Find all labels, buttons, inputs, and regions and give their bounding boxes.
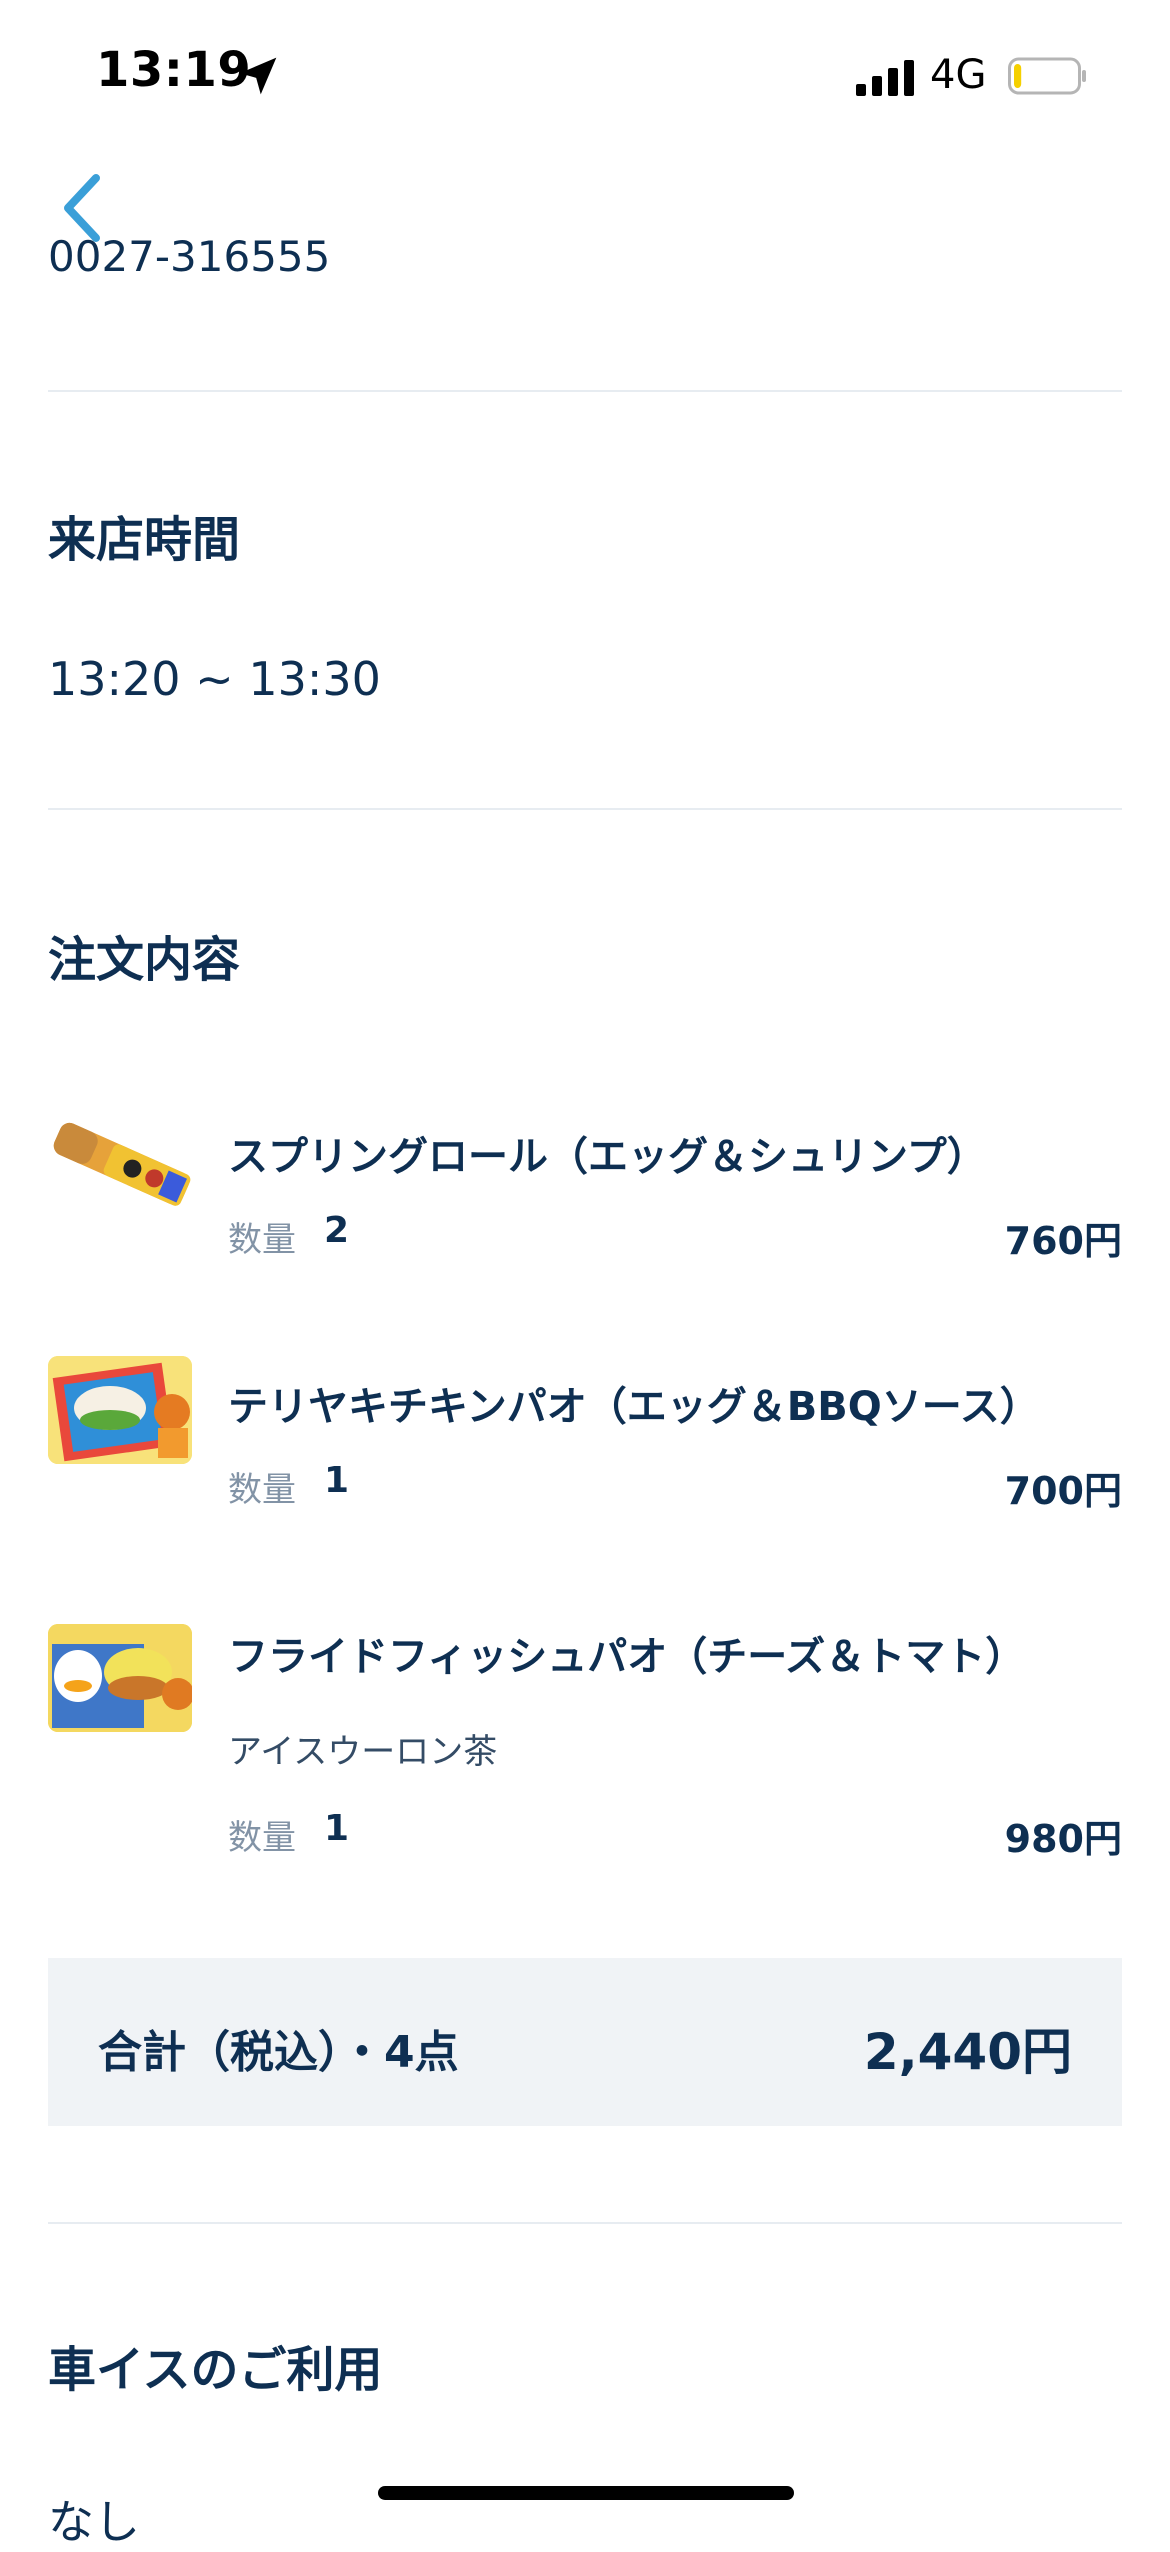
spring-roll-image	[48, 1108, 192, 1216]
network-label: 4G	[930, 52, 987, 98]
divider	[48, 808, 1122, 810]
order-title: 注文内容	[48, 932, 241, 988]
signal-icon	[856, 60, 914, 96]
location-arrow-icon	[239, 57, 277, 95]
fish-pao-image	[48, 1624, 192, 1732]
total-value: 2,440円	[863, 2023, 1072, 2081]
quantity-value: 1	[324, 1808, 350, 1849]
wheelchair-title: 車イスのご利用	[48, 2342, 383, 2398]
visit-time-title: 来店時間	[48, 512, 241, 568]
item-name: スプリングロール（エッグ＆シュリンプ）	[228, 1134, 987, 1180]
quantity-label: 数量	[228, 1470, 296, 1510]
item-option: アイスウーロン茶	[228, 1732, 498, 1772]
item-price: 700円	[1004, 1469, 1122, 1513]
status-time: 13:19	[96, 42, 252, 98]
teriyaki-pao-image	[48, 1356, 192, 1464]
total-label: 合計（税込）・4点	[98, 2027, 459, 2078]
divider	[48, 390, 1122, 392]
battery-icon	[1008, 57, 1086, 95]
quantity-label: 数量	[228, 1220, 296, 1260]
quantity-label: 数量	[228, 1818, 296, 1858]
item-price: 760円	[1004, 1219, 1122, 1263]
item-name: フライドフィッシュパオ（チーズ＆トマト）	[228, 1634, 1026, 1680]
wheelchair-value: なし	[48, 2495, 140, 2549]
divider	[48, 2222, 1122, 2224]
item-price: 980円	[1004, 1817, 1122, 1861]
quantity-value: 2	[324, 1210, 350, 1251]
item-name: テリヤキチキンパオ（エッグ＆BBQソース）	[228, 1384, 1040, 1430]
cutoff-reservation-number: 0027-316555	[48, 232, 331, 281]
quantity-value: 1	[324, 1460, 350, 1501]
home-indicator	[378, 2486, 794, 2500]
visit-time-value: 13:20 ~ 13:30	[48, 652, 381, 706]
